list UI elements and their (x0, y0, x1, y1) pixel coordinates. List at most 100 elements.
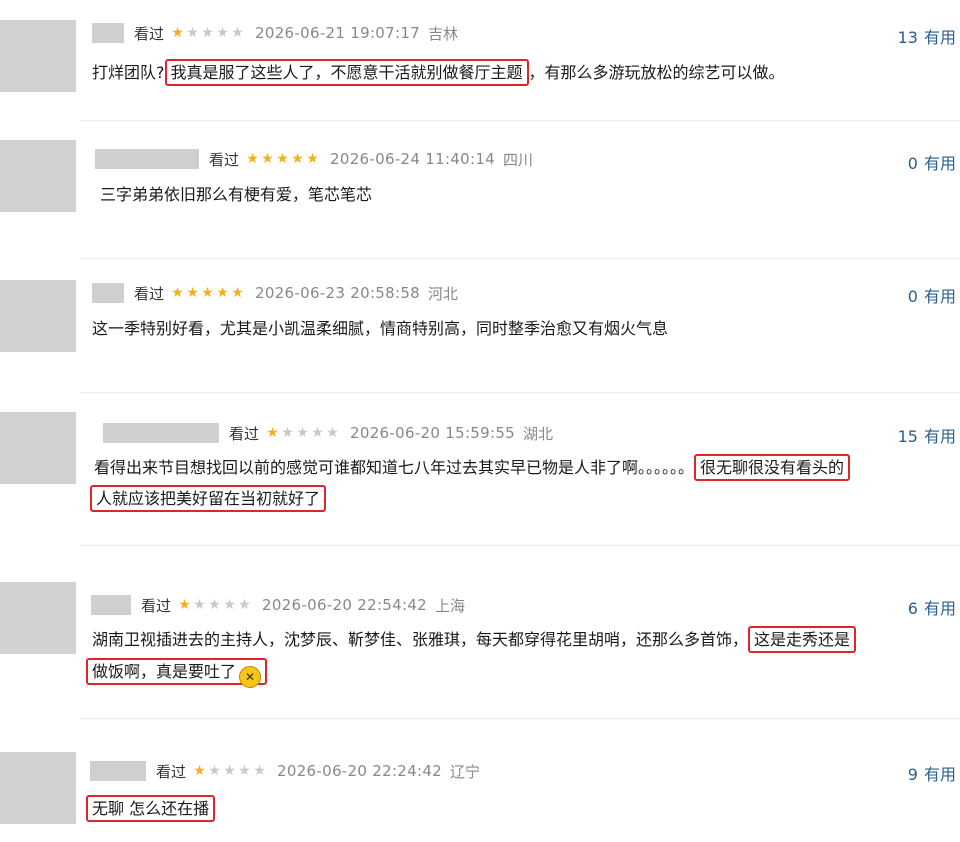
star-icon: ★ (208, 763, 221, 779)
star-icon: ★ (281, 425, 294, 441)
star-icon: ★ (223, 597, 236, 613)
highlighted-text-inner: 做饭啊，真是要吐了 (92, 662, 237, 681)
useful-label: 有用 (923, 28, 956, 47)
username[interactable] (92, 283, 124, 303)
review-content: 三字弟弟依旧那么有梗有爱，笔芯笔芯 (100, 178, 372, 212)
review-content: 湖南卫视插进去的主持人，沈梦辰、靳梦佳、张雅琪，每天都穿得花里胡哨，还那么多首饰… (92, 623, 857, 657)
highlighted-text: 很无聊很没有看头的 (694, 454, 851, 481)
username[interactable] (103, 423, 219, 443)
star-icon: ★ (311, 425, 324, 441)
review-location: 辽宁 (450, 762, 481, 781)
divider (80, 718, 960, 719)
rating-stars: ★ ★ ★ ★ ★ (177, 597, 252, 613)
star-icon: ★ (238, 763, 251, 779)
useful-button[interactable]: 6 有用 (908, 595, 956, 619)
avatar[interactable] (0, 582, 76, 654)
content-text: 看得出来节目想找回以前的感觉可谁都知道七八年过去其实早已物是人非了啊。。。。。。 (94, 458, 695, 477)
highlighted-text: 人就应该把美好留在当初就好了 (90, 485, 327, 512)
star-icon: ★ (171, 285, 184, 301)
review-date: 2026-06-20 22:54:42 (262, 596, 428, 614)
star-icon: ★ (216, 285, 229, 301)
useful-label: 有用 (923, 599, 956, 618)
star-icon: ★ (261, 151, 274, 167)
useful-button[interactable]: 15 有用 (898, 423, 956, 447)
useful-count: 15 (897, 427, 918, 446)
review-content: 打烊团队? 我真是服了这些人了，不愿意干活就别做餐厅主题 ，有那么多游玩放松的综艺可… (92, 56, 785, 90)
highlighted-text: 无聊 怎么还在播 (86, 795, 216, 822)
divider (80, 258, 960, 259)
review-date: 2026-06-20 22:24:42 (277, 762, 443, 780)
avatar[interactable] (0, 412, 76, 484)
useful-count: 13 (897, 28, 918, 47)
star-icon: ★ (193, 763, 206, 779)
review-location: 吉林 (428, 24, 459, 43)
highlighted-text: 做饭啊，真是要吐了 ✕ (86, 658, 268, 688)
review-location: 河北 (428, 284, 459, 303)
username[interactable] (95, 149, 199, 169)
username[interactable] (90, 761, 146, 781)
star-icon: ★ (246, 151, 259, 167)
review-date: 2026-06-24 11:40:14 (330, 150, 496, 168)
useful-button[interactable]: 0 有用 (908, 283, 956, 307)
watch-status: 看过 (134, 24, 165, 43)
watch-status: 看过 (229, 424, 260, 443)
star-icon: ★ (266, 425, 279, 441)
star-icon: ★ (201, 285, 214, 301)
rating-stars: ★ ★ ★ ★ ★ (170, 25, 245, 41)
review-location: 四川 (503, 150, 534, 169)
content-text: ，有那么多游玩放松的综艺可以做。 (528, 63, 785, 82)
avatar[interactable] (0, 20, 76, 92)
useful-label: 有用 (923, 427, 956, 446)
review-content: 看得出来节目想找回以前的感觉可谁都知道七八年过去其实早已物是人非了啊。。。。。。… (94, 451, 851, 485)
divider (80, 392, 960, 393)
star-icon: ★ (291, 151, 304, 167)
review-meta: 看过 ★ ★ ★ ★ ★ 2026-06-23 20:58:58 河北 (92, 280, 458, 306)
review-content: 无聊 怎么还在播 (86, 792, 216, 826)
useful-button[interactable]: 9 有用 (908, 761, 956, 785)
useful-button[interactable]: 13 有用 (898, 24, 956, 48)
highlighted-text: 我真是服了这些人了，不愿意干活就别做餐厅主题 (164, 59, 529, 86)
useful-label: 有用 (923, 154, 956, 173)
star-icon: ★ (253, 763, 266, 779)
star-icon: ★ (208, 597, 221, 613)
useful-count: 6 (907, 599, 918, 618)
star-icon: ★ (178, 597, 191, 613)
review-meta: 看过 ★ ★ ★ ★ ★ 2026-06-20 15:59:55 湖北 (103, 420, 553, 446)
username[interactable] (91, 595, 131, 615)
star-icon: ★ (306, 151, 319, 167)
highlighted-text: 这是走秀还是 (748, 626, 857, 653)
star-icon: ★ (238, 597, 251, 613)
rating-stars: ★ ★ ★ ★ ★ (265, 425, 340, 441)
rating-stars: ★ ★ ★ ★ ★ (170, 285, 245, 301)
star-icon: ★ (193, 597, 206, 613)
star-icon: ★ (171, 25, 184, 41)
content-text: 湖南卫视插进去的主持人，沈梦辰、靳梦佳、张雅琪，每天都穿得花里胡哨，还那么多首饰… (92, 630, 749, 649)
review-date: 2026-06-20 15:59:55 (350, 424, 516, 442)
star-icon: ★ (326, 425, 339, 441)
star-icon: ★ (231, 25, 244, 41)
star-icon: ★ (186, 25, 199, 41)
vomit-emoji-icon: ✕ (239, 666, 262, 688)
review-content: 这一季特别好看，尤其是小凯温柔细腻，情商特别高，同时整季治愈又有烟火气息 (92, 312, 668, 346)
useful-button[interactable]: 0 有用 (908, 150, 956, 174)
content-text: 打烊团队? (92, 63, 165, 82)
review-meta: 看过 ★ ★ ★ ★ ★ 2026-06-20 22:24:42 辽宁 (90, 758, 480, 784)
useful-label: 有用 (923, 765, 956, 784)
content-text: 这一季特别好看，尤其是小凯温柔细腻，情商特别高，同时整季治愈又有烟火气息 (92, 319, 669, 338)
review-content-line2: 做饭啊，真是要吐了 ✕ (86, 655, 268, 689)
watch-status: 看过 (134, 284, 165, 303)
avatar[interactable] (0, 140, 76, 212)
useful-count: 0 (907, 287, 918, 306)
username[interactable] (92, 23, 124, 43)
review-meta: 看过 ★ ★ ★ ★ ★ 2026-06-21 19:07:17 吉林 (92, 20, 458, 46)
star-icon: ★ (296, 425, 309, 441)
content-text: 三字弟弟依旧那么有梗有爱，笔芯笔芯 (100, 185, 373, 204)
watch-status: 看过 (209, 150, 240, 169)
review-date: 2026-06-21 19:07:17 (255, 24, 421, 42)
avatar[interactable] (0, 752, 76, 824)
star-icon: ★ (186, 285, 199, 301)
watch-status: 看过 (141, 596, 172, 615)
star-icon: ★ (223, 763, 236, 779)
divider (80, 120, 960, 121)
avatar[interactable] (0, 280, 76, 352)
